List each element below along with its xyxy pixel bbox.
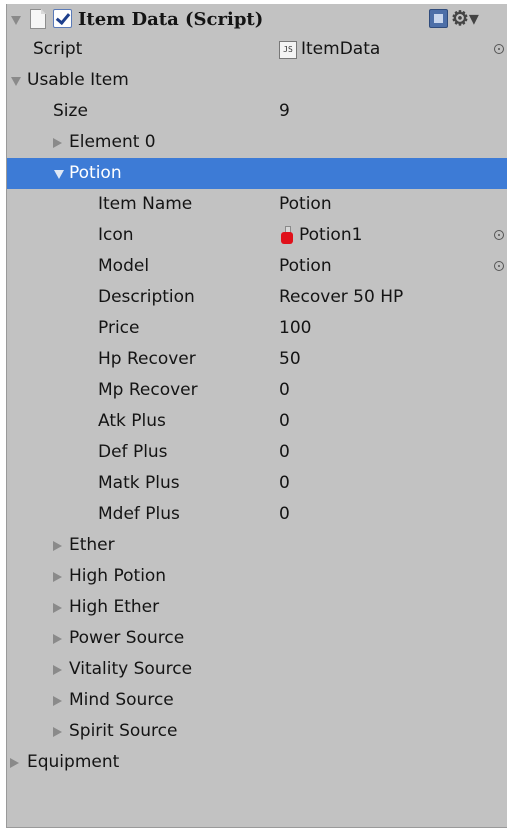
- field-value: Potion1: [299, 225, 363, 245]
- field-label: Mdef Plus: [98, 504, 180, 524]
- foldout-arrow-icon[interactable]: [11, 16, 21, 25]
- field-value[interactable]: 0: [279, 468, 290, 499]
- field-row: Model Potion: [7, 251, 507, 282]
- potion-icon: [281, 226, 293, 245]
- field-row: Def Plus 0: [7, 437, 507, 468]
- foldout-arrow-icon[interactable]: [53, 727, 62, 737]
- help-icon[interactable]: [429, 9, 448, 28]
- foldout-arrow-icon[interactable]: [53, 634, 62, 644]
- element-label: Power Source: [69, 628, 185, 648]
- element0-foldout[interactable]: Element 0: [7, 127, 507, 158]
- field-value[interactable]: 50: [279, 344, 301, 375]
- field-value[interactable]: 100: [279, 313, 311, 344]
- foldout-arrow-icon[interactable]: [11, 77, 21, 86]
- element-foldout[interactable]: Ether: [7, 530, 507, 561]
- element-label: Vitality Source: [69, 659, 193, 679]
- field-row: Mdef Plus 0: [7, 499, 507, 530]
- field-row: Matk Plus 0: [7, 468, 507, 499]
- script-value: ItemData: [301, 39, 381, 59]
- element-label: Spirit Source: [69, 721, 178, 741]
- element-foldout[interactable]: High Ether: [7, 592, 507, 623]
- field-label: Mp Recover: [98, 380, 198, 400]
- element-label: High Ether: [69, 597, 160, 617]
- foldout-arrow-icon[interactable]: [10, 758, 19, 768]
- object-picker-icon[interactable]: [494, 44, 504, 54]
- potion-foldout[interactable]: Potion: [7, 158, 507, 189]
- foldout-arrow-icon[interactable]: [53, 138, 62, 148]
- field-label: Item Name: [98, 194, 193, 214]
- field-label: Hp Recover: [98, 349, 196, 369]
- field-label: Model: [98, 256, 150, 276]
- field-label: Description: [98, 287, 195, 307]
- gear-icon[interactable]: ⚙▾: [451, 4, 479, 32]
- field-value[interactable]: 0: [279, 437, 290, 468]
- foldout-arrow-icon[interactable]: [53, 541, 62, 551]
- object-picker-icon[interactable]: [494, 230, 504, 240]
- field-value[interactable]: Potion: [279, 251, 332, 282]
- document-icon: [30, 9, 46, 29]
- element-foldout[interactable]: Power Source: [7, 623, 507, 654]
- component-title: Item Data (Script): [78, 9, 264, 30]
- element-foldout[interactable]: Mind Source: [7, 685, 507, 716]
- field-row: Price 100: [7, 313, 507, 344]
- element-label: High Potion: [69, 566, 167, 586]
- inspector-panel: Item Data (Script) ⚙▾ Script JS ItemData…: [6, 4, 507, 828]
- field-row: Icon Potion1: [7, 220, 507, 251]
- field-row: Description Recover 50 HP: [7, 282, 507, 313]
- equipment-foldout[interactable]: Equipment: [7, 747, 507, 778]
- size-value[interactable]: 9: [279, 96, 290, 127]
- foldout-arrow-icon[interactable]: [53, 572, 62, 582]
- potion-label: Potion: [69, 163, 122, 183]
- field-row: Hp Recover 50: [7, 344, 507, 375]
- size-field-row: Size 9: [7, 96, 507, 127]
- element0-label: Element 0: [69, 132, 156, 152]
- field-row: Mp Recover 0: [7, 375, 507, 406]
- enabled-checkbox[interactable]: [53, 9, 72, 28]
- field-row: Item Name Potion: [7, 189, 507, 220]
- foldout-arrow-icon[interactable]: [53, 603, 62, 613]
- field-row: Atk Plus 0: [7, 406, 507, 437]
- script-field-row: Script JS ItemData: [7, 34, 507, 65]
- field-label: Icon: [98, 225, 134, 245]
- field-label: Atk Plus: [98, 411, 166, 431]
- field-value[interactable]: 0: [279, 499, 290, 530]
- field-label: Price: [98, 318, 140, 338]
- usable-item-label: Usable Item: [27, 70, 129, 90]
- foldout-arrow-icon[interactable]: [53, 665, 62, 675]
- element-label: Mind Source: [69, 690, 174, 710]
- foldout-arrow-icon[interactable]: [54, 170, 64, 179]
- field-value[interactable]: Potion: [279, 189, 332, 220]
- field-value[interactable]: Recover 50 HP: [279, 282, 403, 313]
- element-foldout[interactable]: Vitality Source: [7, 654, 507, 685]
- script-label: Script: [33, 39, 83, 59]
- field-value[interactable]: 0: [279, 406, 290, 437]
- element-label: Ether: [69, 535, 115, 555]
- equipment-label: Equipment: [27, 752, 120, 772]
- field-label: Def Plus: [98, 442, 168, 462]
- object-picker-icon[interactable]: [494, 261, 504, 271]
- element-foldout[interactable]: Spirit Source: [7, 716, 507, 747]
- js-icon: JS: [279, 41, 297, 59]
- field-label: Matk Plus: [98, 473, 180, 493]
- usable-item-foldout[interactable]: Usable Item: [7, 65, 507, 96]
- size-label: Size: [53, 101, 88, 121]
- element-foldout[interactable]: High Potion: [7, 561, 507, 592]
- field-value[interactable]: 0: [279, 375, 290, 406]
- foldout-arrow-icon[interactable]: [53, 696, 62, 706]
- component-header[interactable]: Item Data (Script) ⚙▾: [7, 4, 507, 35]
